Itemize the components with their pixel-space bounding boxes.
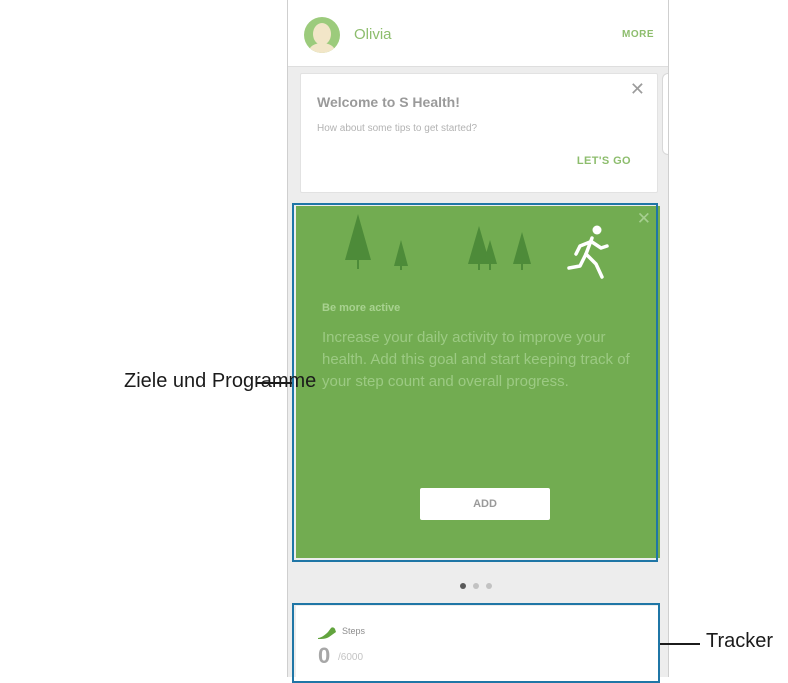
welcome-subtitle: How about some tips to get started? — [317, 123, 478, 134]
user-avatar-icon[interactable] — [304, 17, 340, 53]
page-dot — [473, 583, 479, 589]
welcome-card: ✕ Welcome to S Health! How about some ti… — [300, 73, 658, 193]
goals-highlight-frame — [292, 203, 658, 562]
page-indicator — [460, 583, 500, 593]
goals-callout-line — [256, 382, 292, 384]
page-dot-active — [460, 583, 466, 589]
app-header: Olivia MORE — [288, 0, 668, 67]
next-card-edge[interactable] — [662, 73, 668, 155]
lets-go-button[interactable]: LET'S GO — [577, 155, 631, 167]
page-dot — [486, 583, 492, 589]
close-icon[interactable]: ✕ — [630, 79, 645, 100]
welcome-title: Welcome to S Health! — [317, 94, 460, 110]
more-button[interactable]: MORE — [622, 29, 654, 40]
tracker-highlight-frame — [292, 603, 660, 683]
user-name[interactable]: Olivia — [354, 26, 392, 43]
tracker-callout-line — [660, 643, 700, 645]
tracker-callout-label: Tracker — [706, 630, 774, 652]
